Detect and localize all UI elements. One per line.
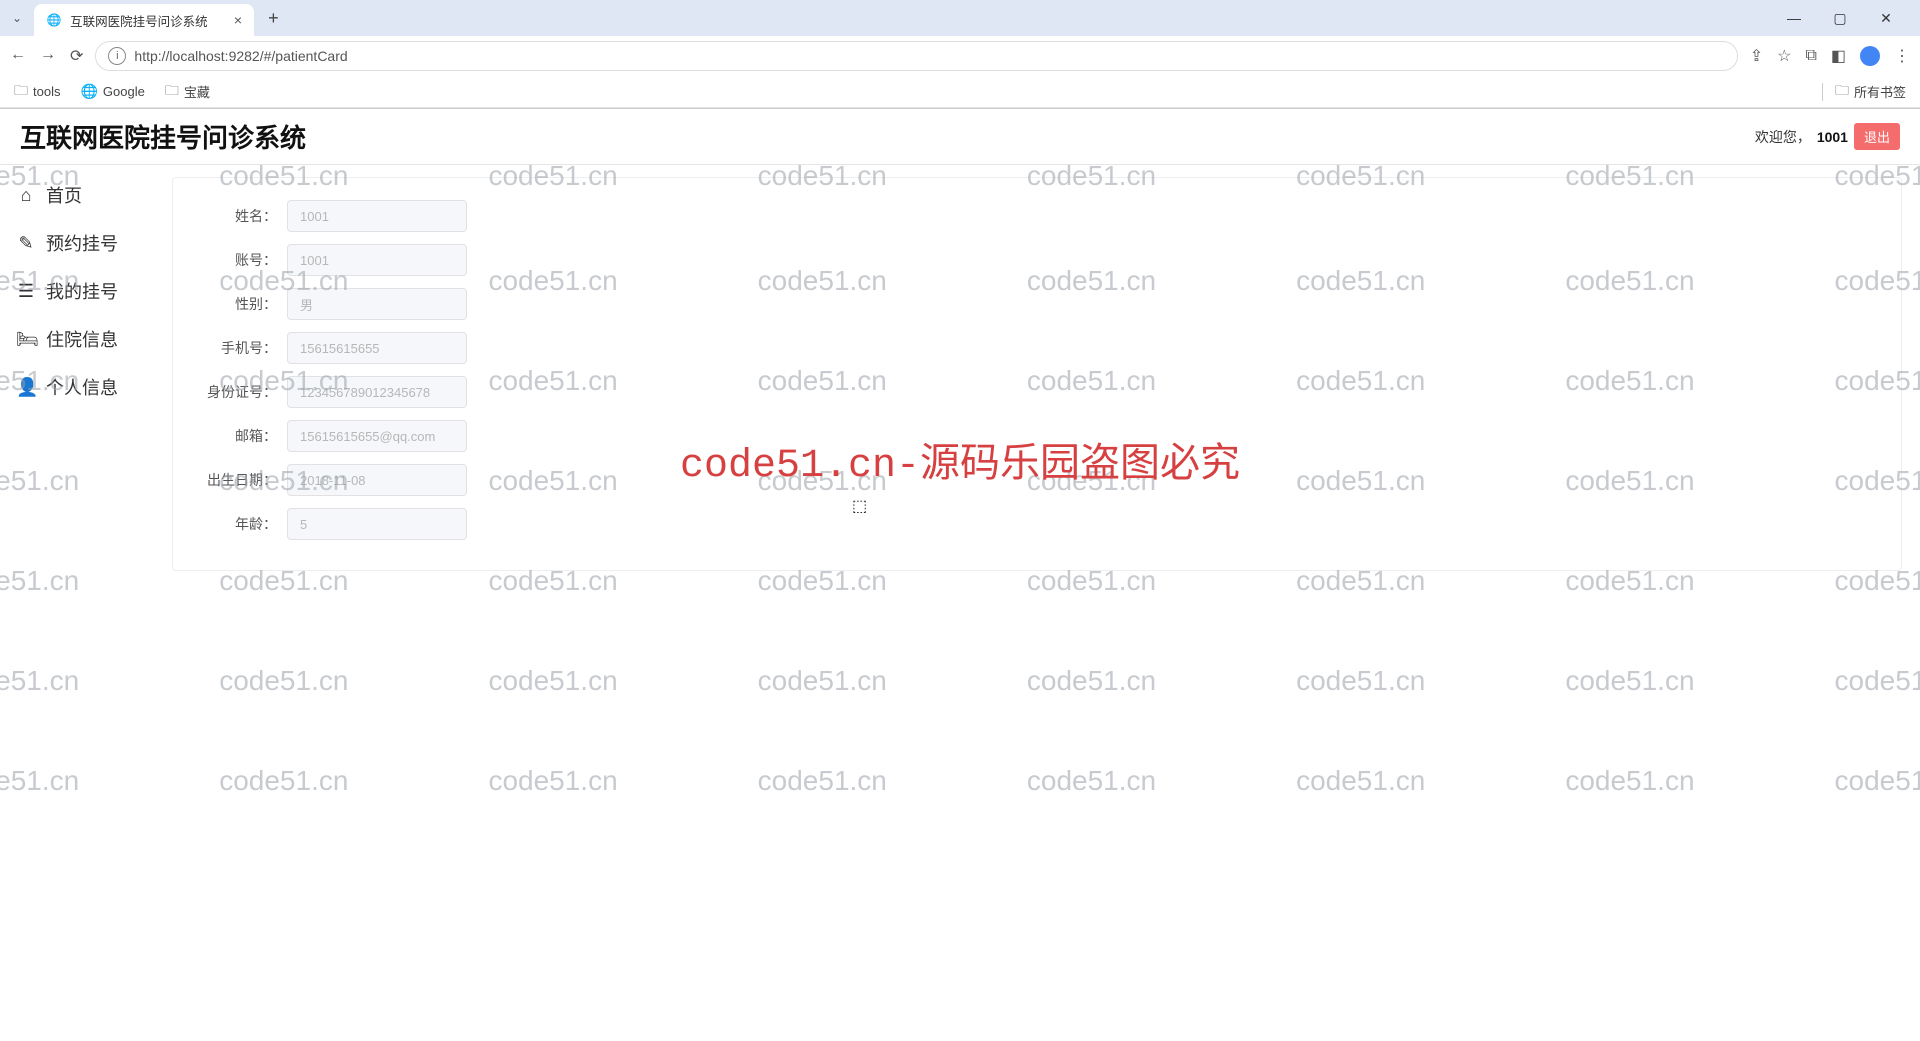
sidebar-item-label: 预约挂号	[46, 230, 118, 256]
profile-icon[interactable]	[1860, 46, 1880, 66]
bookmark-tools[interactable]: 🗀 tools	[14, 80, 60, 104]
folder-icon: 🗀	[165, 80, 179, 104]
bookmark-google[interactable]: 🌐 Google	[80, 83, 144, 100]
sidebar-item-profile[interactable]: 👤 个人信息	[0, 363, 172, 411]
sidebar-item-label: 住院信息	[46, 326, 118, 352]
logout-button[interactable]: 退出	[1854, 123, 1900, 150]
input-idcard	[287, 376, 467, 408]
label-gender: 性别：	[197, 294, 287, 314]
maximize-icon[interactable]: ▢	[1826, 10, 1854, 27]
divider	[1822, 83, 1823, 101]
input-birthdate	[287, 464, 467, 496]
label-idcard: 身份证号：	[197, 382, 287, 402]
url-box[interactable]: i http://localhost:9282/#/patientCard	[95, 41, 1737, 71]
nav-icons: ← → ⟳	[10, 46, 83, 66]
header-right: 欢迎您， 1001 退出	[1755, 123, 1900, 150]
tabs-dropdown-icon[interactable]: ⌄	[8, 11, 26, 25]
tab-strip: ⌄ 🌐 互联网医院挂号问诊系统 × + — ▢ ✕	[0, 0, 1920, 36]
toolbar-right-icons: ⇪ ☆ ⧉ ◧ ⋮	[1750, 46, 1910, 66]
label-name: 姓名：	[197, 206, 287, 226]
profile-card: 姓名： 账号： 性别： 手机号： 身份证号： 邮箱：	[172, 177, 1902, 571]
home-icon: ⌂	[16, 185, 36, 206]
sidebar-item-label: 我的挂号	[46, 278, 118, 304]
tab-title: 互联网医院挂号问诊系统	[70, 11, 208, 30]
browser-chrome: ⌄ 🌐 互联网医院挂号问诊系统 × + — ▢ ✕ ← → ⟳ i http:/…	[0, 0, 1920, 109]
form-row-birthdate: 出生日期：	[197, 458, 1877, 502]
all-bookmarks-label: 所有书签	[1854, 82, 1906, 101]
share-icon[interactable]: ⇪	[1750, 46, 1763, 66]
back-icon[interactable]: ←	[10, 46, 26, 66]
sidebar-item-my-registrations[interactable]: ☰ 我的挂号	[0, 267, 172, 315]
input-gender	[287, 288, 467, 320]
bookmarks-bar: 🗀 tools 🌐 Google 🗀 宝藏 🗀 所有书签	[0, 76, 1920, 108]
form-row-account: 账号：	[197, 238, 1877, 282]
new-tab-button[interactable]: +	[262, 8, 285, 29]
globe-icon: 🌐	[46, 12, 62, 28]
welcome-text: 欢迎您，	[1755, 127, 1811, 147]
sidebar-item-label: 个人信息	[46, 374, 118, 400]
input-phone	[287, 332, 467, 364]
bed-icon: 🛏	[16, 329, 36, 350]
reload-icon[interactable]: ⟳	[70, 46, 83, 66]
bookmark-label: Google	[103, 84, 145, 99]
folder-icon: 🗀	[1835, 80, 1849, 104]
site-info-icon[interactable]: i	[108, 47, 126, 65]
username-text: 1001	[1817, 129, 1848, 145]
sidebar-item-appointment[interactable]: ✎ 预约挂号	[0, 219, 172, 267]
bookmark-treasure[interactable]: 🗀 宝藏	[165, 80, 210, 104]
globe-icon: 🌐	[80, 83, 97, 100]
form-row-gender: 性别：	[197, 282, 1877, 326]
label-email: 邮箱：	[197, 426, 287, 446]
address-bar: ← → ⟳ i http://localhost:9282/#/patientC…	[0, 36, 1920, 76]
input-age	[287, 508, 467, 540]
side-panel-icon[interactable]: ◧	[1831, 46, 1846, 66]
form-row-idcard: 身份证号：	[197, 370, 1877, 414]
forward-icon[interactable]: →	[40, 46, 56, 66]
form-row-age: 年龄：	[197, 502, 1877, 546]
kebab-menu-icon[interactable]: ⋮	[1894, 46, 1910, 66]
sidebar-item-inpatient[interactable]: 🛏 住院信息	[0, 315, 172, 363]
list-icon: ☰	[16, 281, 36, 302]
form-row-email: 邮箱：	[197, 414, 1877, 458]
label-account: 账号：	[197, 250, 287, 270]
close-window-icon[interactable]: ✕	[1872, 10, 1900, 27]
sidebar: ⌂ 首页 ✎ 预约挂号 ☰ 我的挂号 🛏 住院信息 👤 个人信息	[0, 165, 172, 1041]
url-text: http://localhost:9282/#/patientCard	[134, 48, 347, 64]
folder-icon: 🗀	[14, 80, 28, 104]
sidebar-item-home[interactable]: ⌂ 首页	[0, 171, 172, 219]
minimize-icon[interactable]: —	[1780, 10, 1808, 27]
app-header: 互联网医院挂号问诊系统 欢迎您， 1001 退出	[0, 109, 1920, 165]
content-area: 姓名： 账号： 性别： 手机号： 身份证号： 邮箱：	[172, 165, 1920, 1041]
app-title: 互联网医院挂号问诊系统	[20, 118, 306, 155]
edit-icon: ✎	[16, 233, 36, 254]
input-account	[287, 244, 467, 276]
input-name	[287, 200, 467, 232]
form-row-name: 姓名：	[197, 194, 1877, 238]
star-icon[interactable]: ☆	[1777, 46, 1791, 66]
label-age: 年龄：	[197, 514, 287, 534]
browser-tab[interactable]: 🌐 互联网医院挂号问诊系统 ×	[34, 4, 254, 36]
window-controls: — ▢ ✕	[1780, 10, 1912, 27]
sidebar-item-label: 首页	[46, 182, 82, 208]
input-email	[287, 420, 467, 452]
bookmark-label: 宝藏	[184, 82, 210, 101]
app-body: ⌂ 首页 ✎ 预约挂号 ☰ 我的挂号 🛏 住院信息 👤 个人信息 姓名： 账号：	[0, 165, 1920, 1041]
label-phone: 手机号：	[197, 338, 287, 358]
label-birthdate: 出生日期：	[197, 470, 287, 490]
close-icon[interactable]: ×	[234, 12, 242, 28]
form-row-phone: 手机号：	[197, 326, 1877, 370]
all-bookmarks[interactable]: 🗀 所有书签	[1835, 80, 1906, 104]
user-icon: 👤	[16, 377, 36, 398]
extensions-icon[interactable]: ⧉	[1805, 47, 1816, 65]
bookmark-label: tools	[33, 84, 60, 99]
